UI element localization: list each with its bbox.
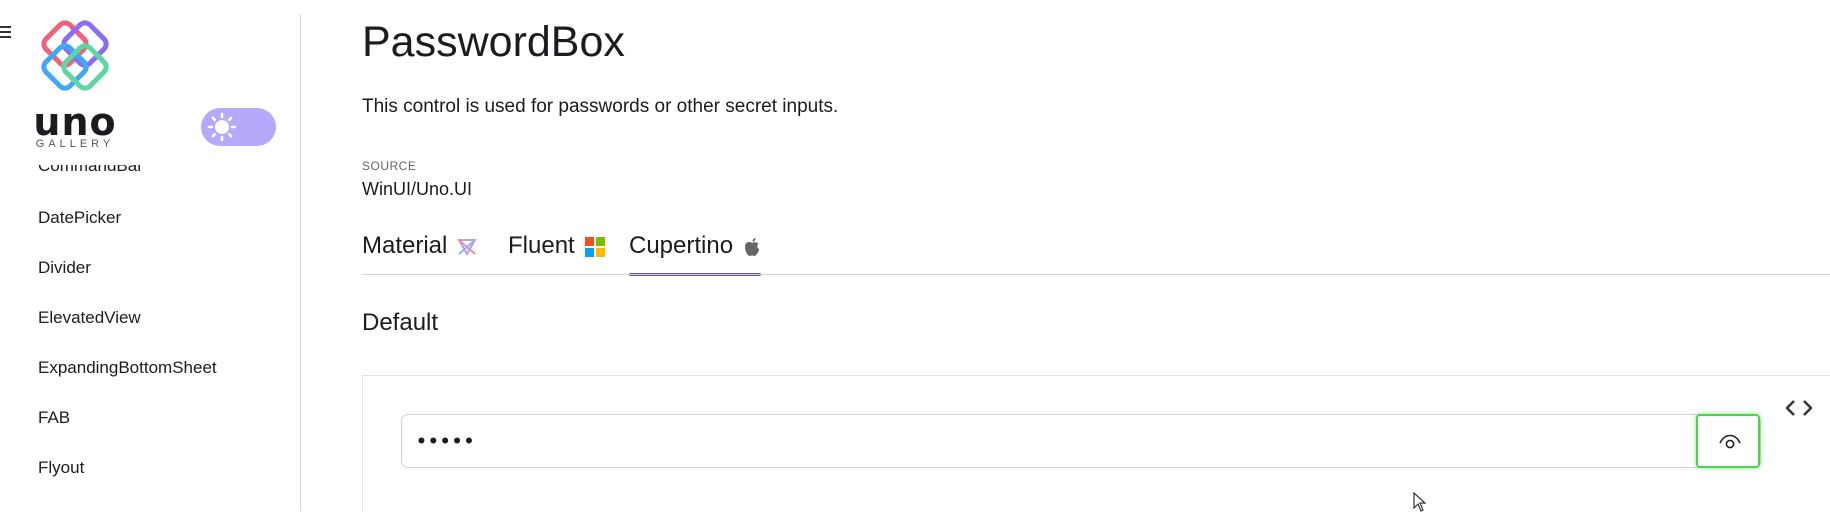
material-icon bbox=[457, 238, 478, 256]
eye-icon bbox=[1719, 434, 1741, 449]
sidebar-divider bbox=[300, 14, 301, 511]
design-tabs: Material Fluent Cupertino bbox=[362, 232, 1830, 276]
uno-gallery-logo: uno GALLERY bbox=[26, 20, 124, 152]
tab-cupertino[interactable]: Cupertino bbox=[629, 232, 762, 276]
sidebar-item-fab[interactable]: FAB bbox=[38, 408, 70, 428]
sidebar-item-elevatedview[interactable]: ElevatedView bbox=[38, 308, 141, 328]
code-view-toggle-icon[interactable] bbox=[1784, 396, 1814, 420]
password-box[interactable]: ••••• bbox=[401, 414, 1761, 468]
source-value: WinUI/Uno.UI bbox=[362, 179, 473, 199]
mouse-pointer-icon bbox=[1413, 492, 1427, 512]
tabs-divider bbox=[362, 274, 1830, 275]
tab-material[interactable]: Material bbox=[362, 232, 478, 274]
page-title: PasswordBox bbox=[362, 18, 625, 66]
tab-fluent[interactable]: Fluent bbox=[508, 232, 605, 274]
code-icon bbox=[1785, 400, 1813, 416]
sidebar-nav: CommandBar DatePicker Divider ElevatedVi… bbox=[0, 160, 300, 511]
sidebar-item-expandingbottomsheet[interactable]: ExpandingBottomSheet bbox=[38, 358, 217, 378]
logo-subtext: GALLERY bbox=[35, 138, 115, 150]
sidebar-item-datepicker[interactable]: DatePicker bbox=[38, 208, 121, 228]
theme-toggle[interactable] bbox=[201, 108, 276, 146]
tab-cupertino-label: Cupertino bbox=[629, 232, 734, 259]
sidebar-item-commandbar[interactable]: CommandBar bbox=[38, 165, 143, 176]
password-value: ••••• bbox=[416, 432, 476, 452]
source-label: SOURCE bbox=[362, 159, 417, 173]
apple-icon bbox=[745, 237, 760, 256]
logo-mark bbox=[41, 20, 109, 91]
windows-icon bbox=[584, 236, 605, 257]
sidebar-item-flyout[interactable]: Flyout bbox=[38, 458, 84, 478]
section-title: Default bbox=[362, 309, 439, 336]
hamburger-menu-icon[interactable] bbox=[0, 26, 12, 40]
page-description: This control is used for passwords or ot… bbox=[362, 96, 839, 117]
sidebar-item-divider[interactable]: Divider bbox=[38, 258, 91, 278]
tab-fluent-label: Fluent bbox=[508, 232, 575, 259]
reveal-password-button[interactable] bbox=[1696, 414, 1760, 468]
sun-icon bbox=[207, 112, 237, 142]
tab-material-label: Material bbox=[362, 232, 448, 259]
